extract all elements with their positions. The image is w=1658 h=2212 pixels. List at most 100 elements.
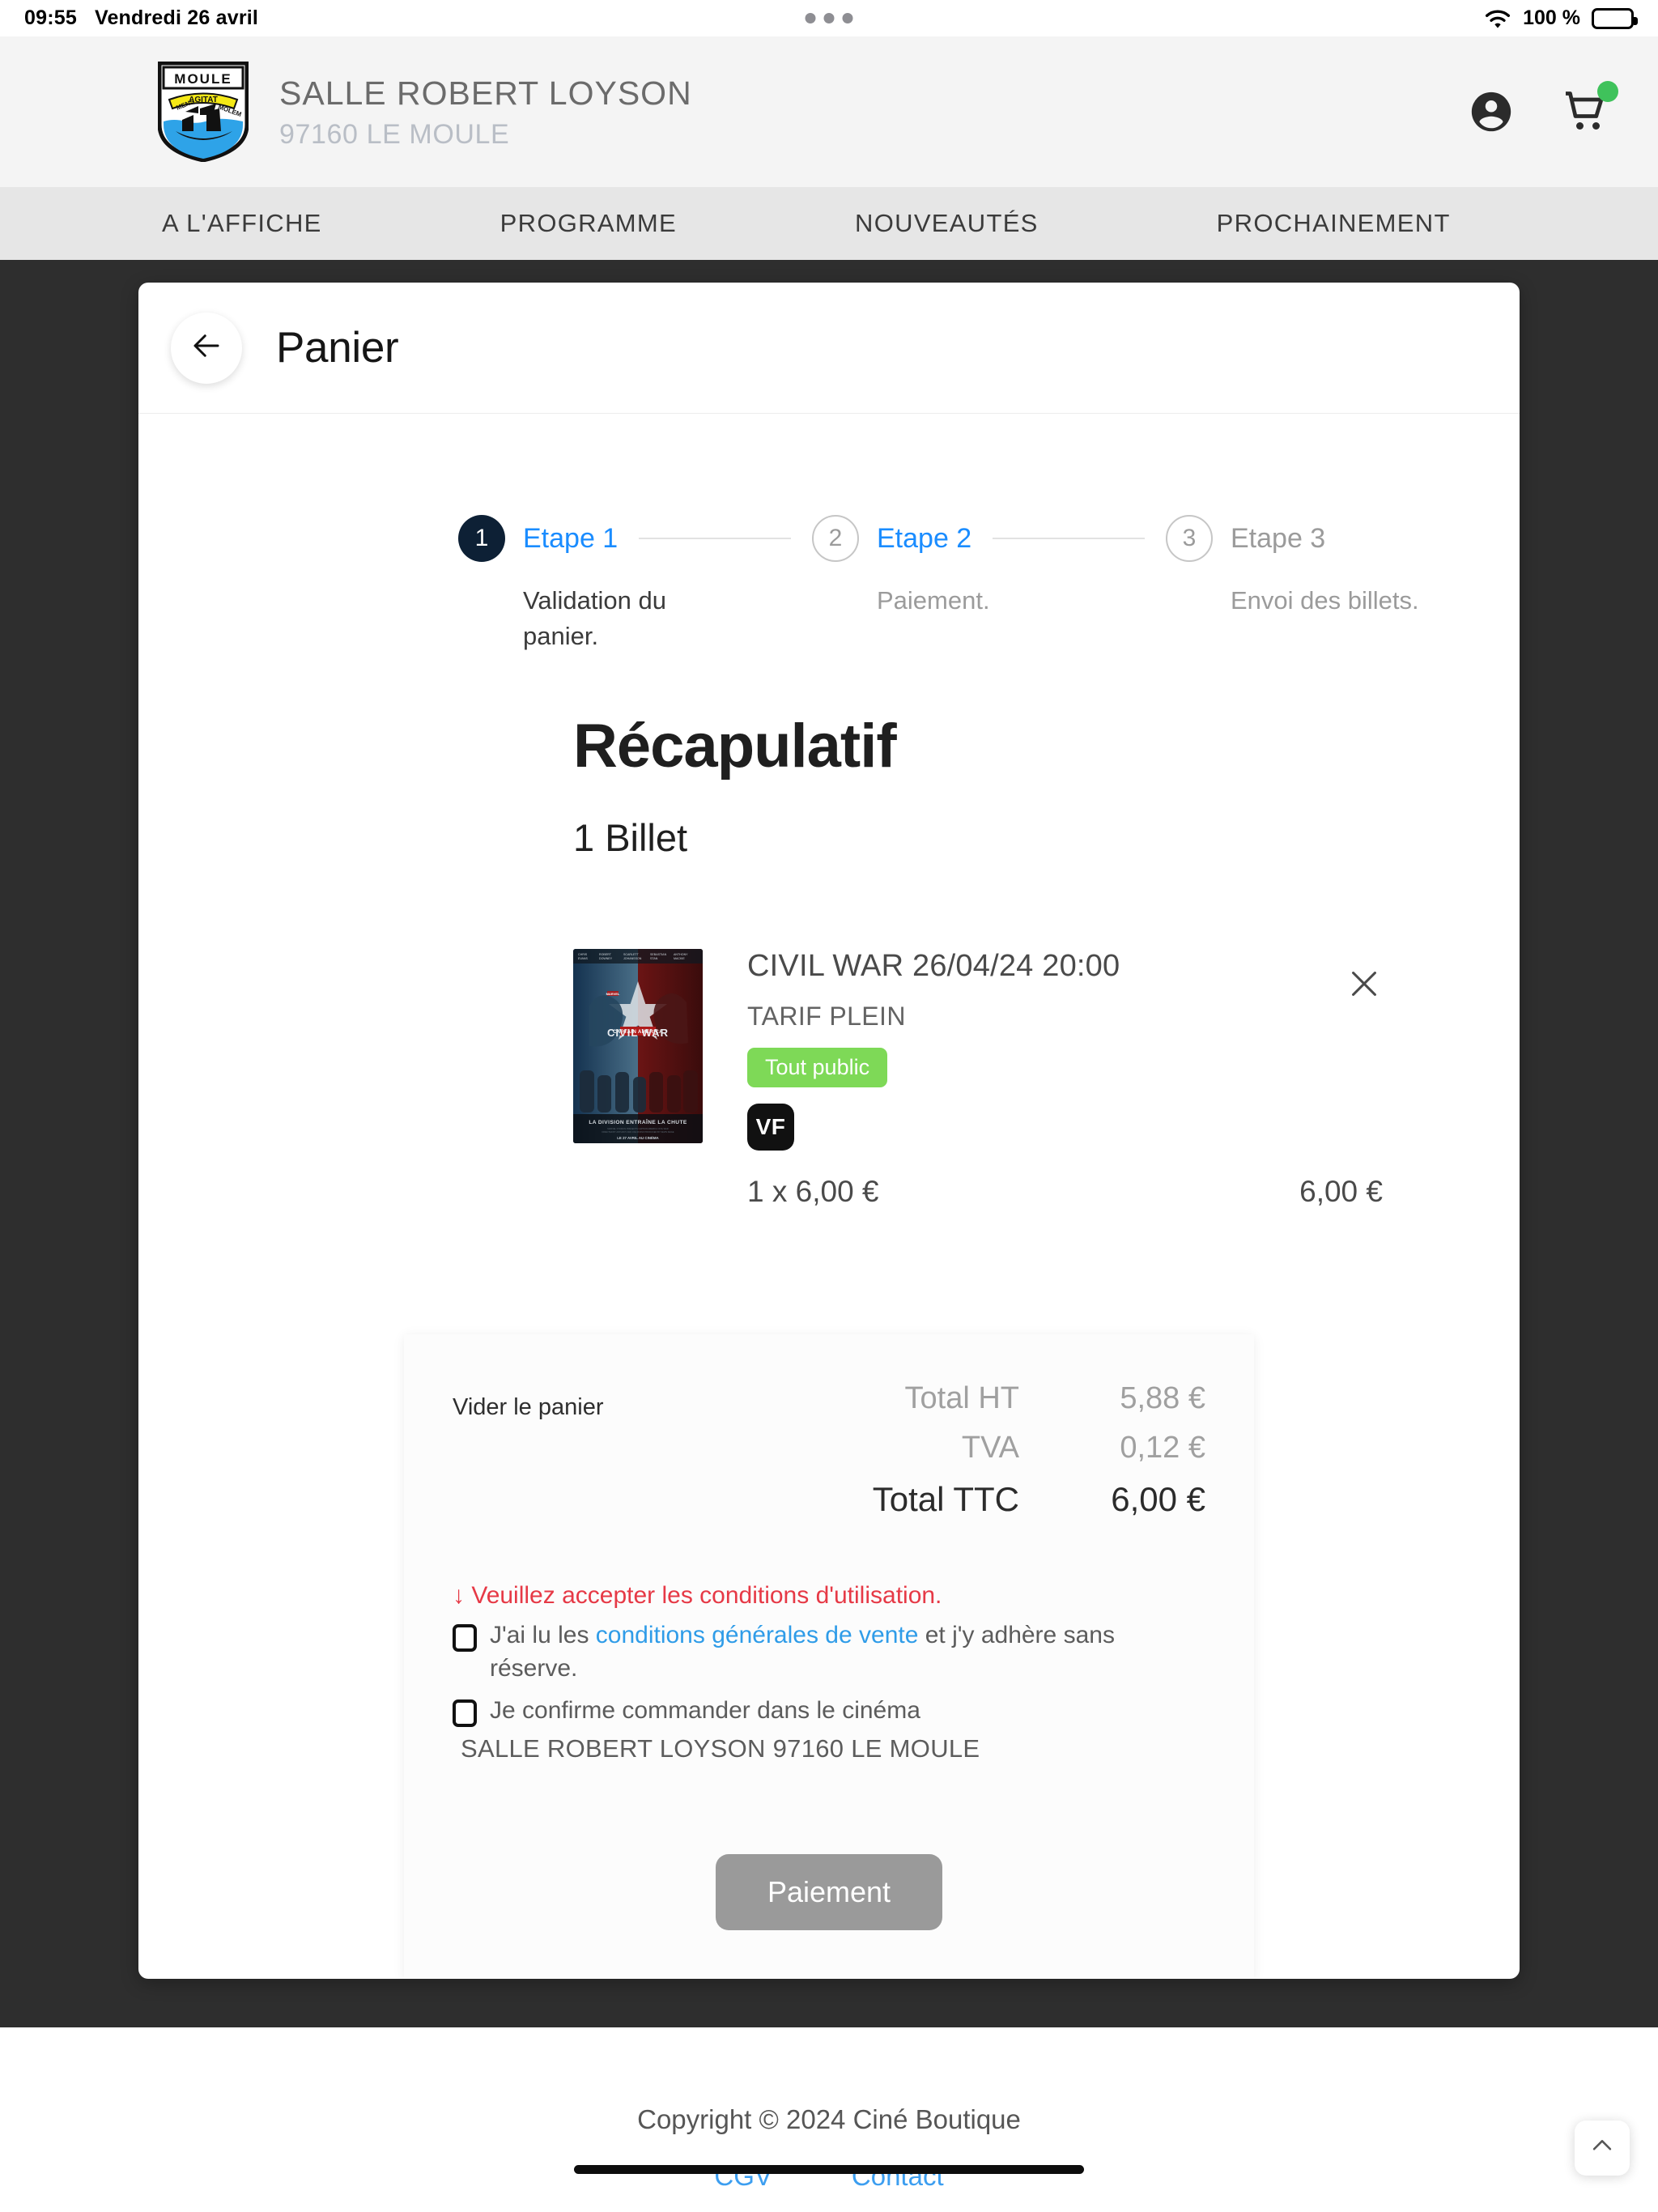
svg-text:LA DIVISION ENTRAÎNE LA CHUTE: LA DIVISION ENTRAÎNE LA CHUTE xyxy=(589,1118,687,1125)
step-1-number: 1 xyxy=(458,515,505,562)
confirm-checkbox-row[interactable]: Je confirme commander dans le cinéma xyxy=(453,1695,1205,1728)
cart-badge xyxy=(1597,81,1618,102)
movie-poster[interactable]: CHRIS EVANS ROBERT DOWNEY SCARLETT JOHANSSO… xyxy=(573,949,703,1144)
copyright-text: Copyright © 2024 Ciné Boutique xyxy=(637,2104,1021,2134)
confirm-checkbox[interactable] xyxy=(453,1699,477,1728)
status-bar: 09:55 Vendredi 26 avril 100 % xyxy=(0,0,1658,36)
remove-item-button[interactable] xyxy=(1346,965,1383,1002)
cgv-label: J'ai lu les conditions générales de vent… xyxy=(490,1619,1205,1685)
pay-button-wrap: Paiement xyxy=(453,1853,1205,1930)
total-ttc-label: Total TTC xyxy=(872,1480,1019,1519)
payment-button[interactable]: Paiement xyxy=(715,1853,943,1930)
page-title: Panier xyxy=(276,324,399,372)
confirm-label: Je confirme commander dans le cinéma xyxy=(490,1697,920,1725)
total-ht-label: Total HT xyxy=(904,1381,1019,1416)
recap-title: Récapulatif xyxy=(573,712,897,781)
tarif-label: TARIF PLEIN xyxy=(747,1002,906,1032)
chevron-up-icon xyxy=(1588,2132,1616,2163)
three-dots-icon xyxy=(805,13,853,23)
step-3-number: 3 xyxy=(1166,515,1213,562)
total-ht-value: 5,88 € xyxy=(1120,1381,1205,1416)
totals-grid: Vider le panier Total HT 5,88 € TVA 0,12… xyxy=(453,1381,1205,1534)
conditions-warning: ↓ Veuillez accepter les conditions d'uti… xyxy=(453,1582,942,1610)
movie-title: CIVIL WAR 26/04/24 20:00 xyxy=(747,949,1120,984)
cart-card-header: Panier xyxy=(138,283,1520,414)
main-navigation: A L'AFFICHE PROGRAMME NOUVEAUTÉS PROCHAI… xyxy=(0,187,1658,260)
nav-item-a-laffiche[interactable]: A L'AFFICHE xyxy=(162,209,322,238)
recap-block: Récapulatif 1 Billet xyxy=(138,654,1520,860)
cgv-link[interactable]: conditions générales de vente xyxy=(596,1622,919,1648)
site-header: MOULE AGITAT MENS MOLEM SALLE ROBERT LOY… xyxy=(0,36,1658,187)
tva-label: TVA xyxy=(961,1431,1019,1465)
svg-text:LE 27 AVRIL AU CINÉMA: LE 27 AVRIL AU CINÉMA xyxy=(617,1136,659,1140)
dot xyxy=(823,13,835,23)
step-1-desc: Validation du panier. xyxy=(523,586,666,651)
svg-text:MARVEL: MARVEL xyxy=(606,992,620,996)
site-footer: Copyright © 2024 Ciné Boutique CGV Conta… xyxy=(0,2027,1658,2192)
tva-row: TVA 0,12 € xyxy=(704,1431,1205,1465)
battery-full-icon xyxy=(1592,7,1638,29)
dot xyxy=(805,13,816,23)
step-3-desc: Envoi des billets. xyxy=(1231,586,1419,615)
total-ht-row: Total HT 5,88 € xyxy=(704,1381,1205,1416)
quantity-line: 1 x 6,00 € xyxy=(747,1175,879,1209)
cart-item-row: CHRIS EVANS ROBERT DOWNEY SCARLETT JOHANSSO… xyxy=(573,949,1383,1209)
svg-text:MOULE: MOULE xyxy=(174,71,232,87)
svg-text:STAN: STAN xyxy=(650,957,658,960)
battery-percent: 100 % xyxy=(1523,6,1580,29)
svg-text:MACKIE: MACKIE xyxy=(674,957,685,960)
line-total: 6,00 € xyxy=(1299,1175,1383,1209)
header-icons xyxy=(1466,81,1618,137)
step-2-label: Etape 2 xyxy=(877,522,972,554)
svg-text:JOHANSSON: JOHANSSON xyxy=(623,957,642,960)
svg-text:CHRIS: CHRIS xyxy=(578,953,588,956)
wifi-icon xyxy=(1484,8,1511,29)
page-body: Panier 1 Etape 1 Validation du panier. 2… xyxy=(0,260,1658,2027)
step-1: 1 Etape 1 Validation du panier. xyxy=(458,515,812,654)
cgv-checkbox[interactable] xyxy=(453,1624,477,1653)
brand-block: SALLE ROBERT LOYSON 97160 LE MOULE xyxy=(279,73,692,150)
tva-value: 0,12 € xyxy=(1120,1431,1205,1465)
status-bar-left: 09:55 Vendredi 26 avril xyxy=(24,6,258,30)
status-bar-right: 100 % xyxy=(1484,6,1638,30)
venue-city: 97160 LE MOULE xyxy=(279,118,510,150)
svg-text:CIVIL WAR: CIVIL WAR xyxy=(607,1027,669,1039)
step-2-number: 2 xyxy=(812,515,859,562)
close-icon xyxy=(1346,972,1383,1006)
cart-item-info: CIVIL WAR 26/04/24 20:00 TARIF PLEIN Tou… xyxy=(747,949,1383,1209)
nav-item-nouveautes[interactable]: NOUVEAUTÉS xyxy=(855,209,1039,238)
svg-text:DIRECTED BY ANTHONY AND JOE RU: DIRECTED BY ANTHONY AND JOE RUSSO PRODUC… xyxy=(602,1130,674,1134)
clear-cart-link[interactable]: Vider le panier xyxy=(453,1381,603,1421)
back-button[interactable] xyxy=(171,312,242,384)
quantity-price-row: 1 x 6,00 € 6,00 € xyxy=(747,1175,1383,1209)
nav-item-prochainement[interactable]: PROCHAINEMENT xyxy=(1217,209,1451,238)
totals-lines: Total HT 5,88 € TVA 0,12 € Total TTC 6,0… xyxy=(704,1381,1205,1534)
version-badge: VF xyxy=(747,1104,794,1151)
checkout-stepper: 1 Etape 1 Validation du panier. 2 Etape … xyxy=(138,414,1520,654)
cinema-address: SALLE ROBERT LOYSON 97160 LE MOULE xyxy=(461,1733,980,1763)
cgv-checkbox-row[interactable]: J'ai lu les conditions générales de vent… xyxy=(453,1619,1205,1685)
svg-text:DOWNEY: DOWNEY xyxy=(599,957,613,960)
account-circle-icon[interactable] xyxy=(1466,87,1516,137)
cart-card: Panier 1 Etape 1 Validation du panier. 2… xyxy=(138,283,1520,1979)
status-date: Vendredi 26 avril xyxy=(94,6,259,29)
audience-badge: Tout public xyxy=(747,1048,888,1088)
venue-logo[interactable]: MOULE AGITAT MENS MOLEM xyxy=(157,61,249,163)
step-1-label: Etape 1 xyxy=(523,522,619,554)
nav-item-programme[interactable]: PROGRAMME xyxy=(500,209,677,238)
svg-text:SCARLETT: SCARLETT xyxy=(623,953,640,956)
totals-panel: Vider le panier Total HT 5,88 € TVA 0,12… xyxy=(404,1334,1254,1979)
cgv-prefix: J'ai lu les xyxy=(490,1622,596,1649)
home-indicator xyxy=(574,2164,1084,2174)
svg-text:ANTHONY: ANTHONY xyxy=(674,953,688,956)
shopping-cart-icon[interactable] xyxy=(1561,81,1618,137)
venue-name: SALLE ROBERT LOYSON xyxy=(279,74,692,113)
scroll-to-top-button[interactable] xyxy=(1575,2120,1630,2176)
arrow-left-icon xyxy=(189,329,223,367)
status-time: 09:55 xyxy=(24,6,77,29)
step-2-desc: Paiement. xyxy=(877,586,990,615)
svg-text:EVANS: EVANS xyxy=(578,957,589,960)
step-2: 2 Etape 2 Paiement. xyxy=(812,515,1166,654)
total-ttc-value: 6,00 € xyxy=(1111,1480,1205,1519)
step-connector xyxy=(639,538,791,539)
